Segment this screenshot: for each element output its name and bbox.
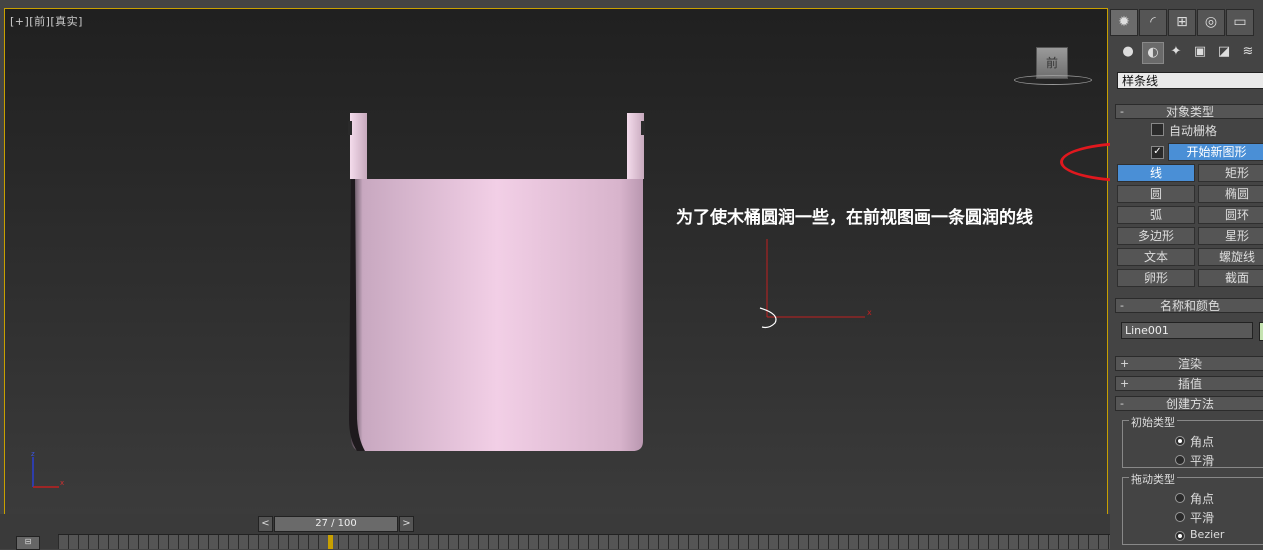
collapse-icon: -	[1120, 299, 1124, 312]
rollout-rendering[interactable]: + 渲染	[1115, 356, 1263, 371]
time-marker[interactable]	[328, 535, 333, 549]
rollout-creation-method[interactable]: - 创建方法	[1115, 396, 1263, 411]
expand-icon: +	[1120, 357, 1130, 370]
svg-text:x: x	[60, 479, 64, 487]
mini-curve-editor-icon[interactable]: ⊟	[16, 536, 40, 550]
expand-icon: +	[1120, 377, 1130, 390]
drawn-line	[759, 307, 777, 329]
rollout-title: 对象类型	[1165, 105, 1214, 119]
start-new-shape-checkbox[interactable]: ✓	[1151, 146, 1164, 159]
create-icon[interactable]: ✹	[1110, 9, 1138, 36]
object-name-field[interactable]: Line001	[1121, 322, 1253, 339]
rollout-name-color[interactable]: - 名称和颜色	[1115, 298, 1263, 313]
panel-tabs: ✹ ◜ ⊞ ◎ ▭	[1110, 9, 1263, 36]
command-panel: ✹ ◜ ⊞ ◎ ▭ ● ◐ ✦ ▣ ◪ ≋ 样条线 - 对象类型 自动栅格 ✓ 开始新图形 线矩形…	[1110, 0, 1263, 549]
rollout-title: 名称和颜色	[1159, 299, 1220, 313]
drag-type-title: 拖动类型	[1129, 471, 1177, 487]
collapse-icon: -	[1120, 105, 1124, 118]
prev-frame-button[interactable]: <	[258, 516, 273, 532]
helpers-icon[interactable]: ◪	[1214, 42, 1234, 62]
rollout-title: 渲染	[1177, 357, 1202, 371]
shape-button[interactable]: 椭圆	[1198, 185, 1263, 203]
time-slider[interactable]: < 27 / 100 >	[258, 516, 414, 532]
spacewarps-icon[interactable]: ≋	[1238, 42, 1258, 62]
viewcube-ring[interactable]	[1014, 75, 1092, 85]
radio-label: 角点	[1190, 492, 1215, 506]
barrel-model[interactable]: x	[5, 9, 1107, 515]
viewcube[interactable]: 前	[1010, 47, 1100, 89]
shapes-icon[interactable]: ◐	[1142, 42, 1164, 64]
front-viewport[interactable]: [+][前][真实] x 为了使木桶圆润一些，在前视图画一条圆润的线 前 z x	[4, 8, 1108, 516]
radio-label: 平滑	[1190, 511, 1215, 525]
shape-button[interactable]: 截面	[1198, 269, 1263, 287]
shape-button[interactable]: 矩形	[1198, 164, 1263, 182]
collapse-icon: -	[1120, 397, 1124, 410]
timeline-bar: < 27 / 100 > ⊟	[0, 514, 1263, 550]
start-new-shape-button[interactable]: 开始新图形	[1168, 143, 1263, 161]
barrel-stave-left	[350, 113, 367, 179]
display-icon[interactable]: ▭	[1226, 9, 1254, 36]
timeline-track[interactable]	[58, 534, 1263, 549]
shape-button[interactable]: 卵形	[1117, 269, 1195, 287]
radio-button[interactable]	[1175, 512, 1185, 522]
autogrid-checkbox[interactable]	[1151, 123, 1164, 136]
object-color-swatch[interactable]	[1259, 322, 1263, 341]
hierarchy-icon[interactable]: ⊞	[1168, 9, 1196, 36]
geometry-icon[interactable]: ●	[1118, 42, 1138, 62]
tutorial-annotation: 为了使木桶圆润一些，在前视图画一条圆润的线	[676, 208, 1033, 228]
radio-button[interactable]	[1175, 531, 1185, 541]
shape-button[interactable]: 线	[1117, 164, 1195, 182]
shape-button[interactable]: 多边形	[1117, 227, 1195, 245]
radio-label: Bezier	[1190, 528, 1225, 541]
rollout-title: 创建方法	[1165, 397, 1214, 411]
axis-tripod-icon: z x	[31, 450, 64, 488]
cameras-icon[interactable]: ▣	[1190, 42, 1210, 62]
radio-button[interactable]	[1175, 493, 1185, 503]
category-dropdown[interactable]: 样条线	[1117, 72, 1263, 89]
lights-icon[interactable]: ✦	[1166, 42, 1186, 62]
rollout-object-type[interactable]: - 对象类型	[1115, 104, 1263, 119]
initial-type-title: 初始类型	[1129, 414, 1177, 430]
category-icons: ● ◐ ✦ ▣ ◪ ≋	[1118, 42, 1263, 64]
autogrid-label: 自动栅格	[1169, 124, 1218, 138]
shape-button[interactable]: 星形	[1198, 227, 1263, 245]
modify-icon[interactable]: ◜	[1139, 9, 1167, 36]
svg-text:z: z	[31, 450, 35, 458]
radio-button[interactable]	[1175, 455, 1185, 465]
barrel-body	[351, 179, 643, 451]
next-frame-button[interactable]: >	[399, 516, 414, 532]
shape-button[interactable]: 圆环	[1198, 206, 1263, 224]
motion-icon[interactable]: ◎	[1197, 9, 1225, 36]
frame-counter[interactable]: 27 / 100	[274, 516, 398, 532]
shape-button[interactable]: 文本	[1117, 248, 1195, 266]
radio-button[interactable]	[1175, 436, 1185, 446]
shape-button[interactable]: 圆	[1117, 185, 1195, 203]
rollout-title: 插值	[1177, 377, 1202, 391]
radio-label: 角点	[1190, 435, 1215, 449]
svg-text:x: x	[867, 308, 872, 317]
shape-button[interactable]: 螺旋线	[1198, 248, 1263, 266]
shape-button[interactable]: 弧	[1117, 206, 1195, 224]
rollout-interpolation[interactable]: + 插值	[1115, 376, 1263, 391]
radio-label: 平滑	[1190, 454, 1215, 468]
